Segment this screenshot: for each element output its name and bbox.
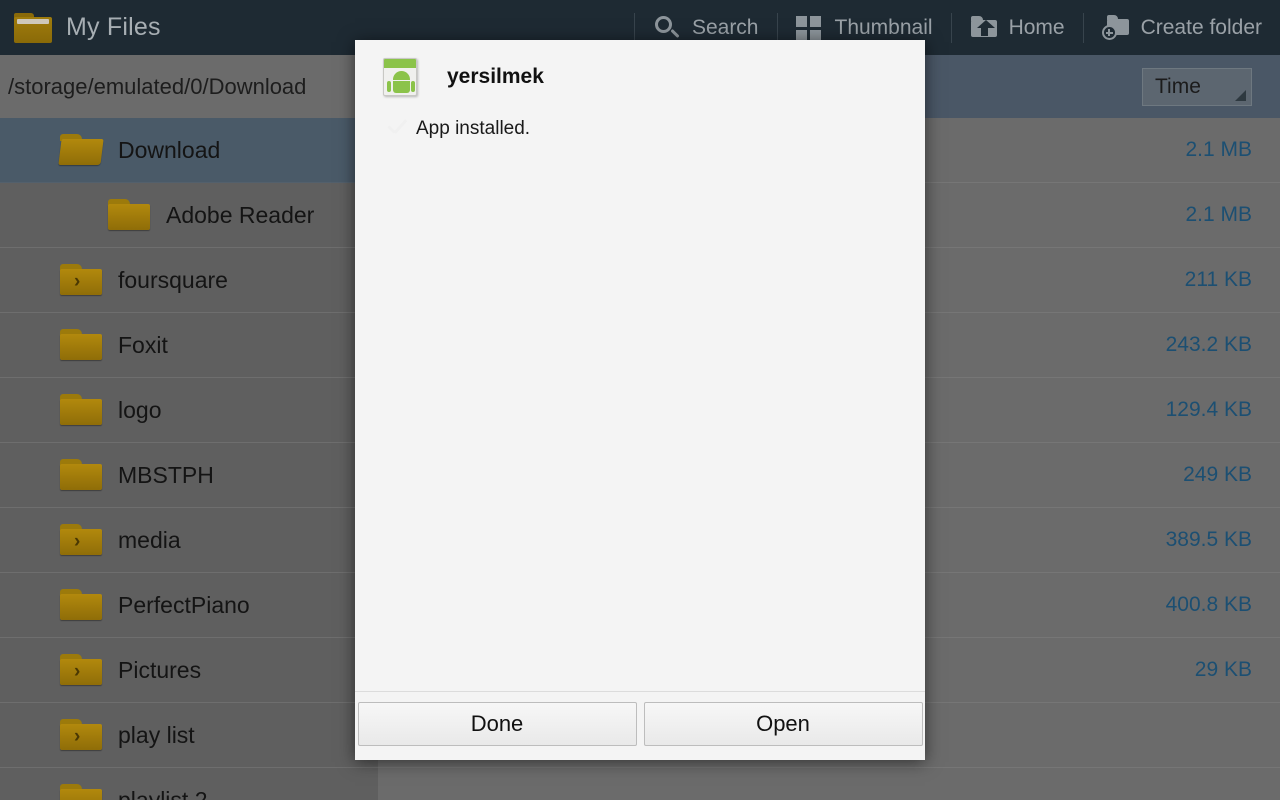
apk-android-icon [383,58,417,96]
dialog-button-bar: Done Open [355,691,925,760]
dialog-header: yersilmek [355,40,925,96]
chevron-right-icon: › [74,726,81,747]
chevron-right-icon: › [74,531,81,552]
chevron-right-icon: › [74,661,81,682]
app-installed-dialog: yersilmek App installed. Done Open [355,40,925,760]
dialog-status-text: App installed. [416,118,531,139]
dialog-status: App installed. [355,96,925,140]
done-button[interactable]: Done [357,702,637,746]
chevron-right-icon: › [74,271,81,292]
checkmark-icon [385,118,411,140]
dialog-body [355,140,925,691]
file-manager-screen: My Files Search Thumbnail Home Create fo… [0,0,1280,800]
open-button[interactable]: Open [643,702,923,746]
dialog-title: yersilmek [447,65,544,88]
